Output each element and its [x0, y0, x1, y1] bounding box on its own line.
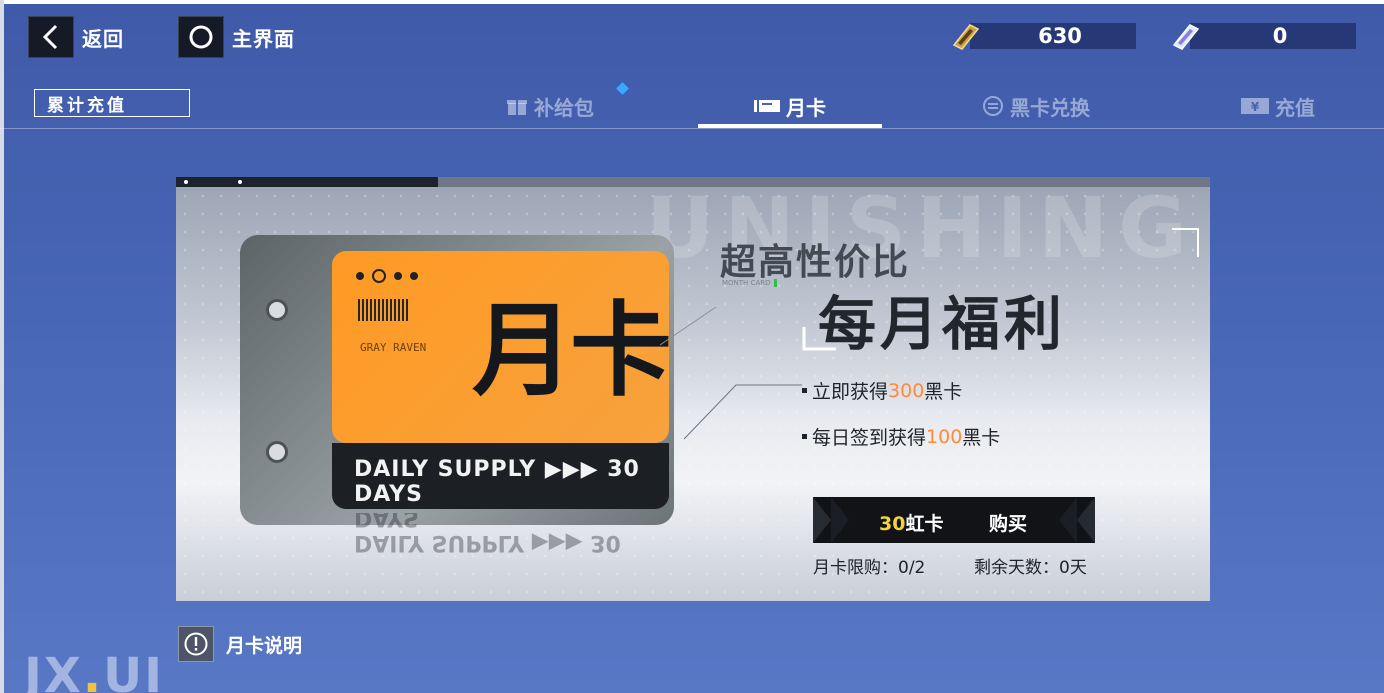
watermark-logo: JX.UI: [24, 648, 164, 693]
month-card-banner: UNISHING GRAY RAVEN 月卡 DAILY SUPPLY ▶▶▶ …: [176, 177, 1210, 601]
buy-month-card-button[interactable]: 30虹卡 购买: [813, 497, 1095, 543]
buy-label: 购买: [989, 513, 1028, 535]
remaining-days: 剩余天数：0天: [974, 558, 1087, 578]
bullet-instant-reward: 立即获得 300 黑卡: [802, 377, 962, 404]
highlight-number: 300: [888, 379, 925, 402]
currency-crystal-card[interactable]: 0: [1168, 22, 1356, 50]
back-button[interactable]: 返回: [28, 16, 124, 58]
bullet-daily-reward: 每日签到获得 100 黑卡: [802, 423, 1000, 450]
info-icon: [178, 626, 214, 662]
recharge-icon: ¥: [1241, 96, 1269, 116]
button-deco: [813, 497, 1095, 543]
left-edge: [0, 0, 4, 693]
header-divider: [0, 128, 1384, 129]
gold-ticket-icon: [948, 21, 984, 51]
home-label: 主界面: [232, 26, 295, 51]
card-icon: [754, 97, 780, 115]
purchase-limit: 月卡限购：0/2: [813, 558, 926, 578]
currency-value: 630: [1038, 24, 1082, 48]
cumulative-recharge-button[interactable]: 累计充值: [34, 89, 190, 117]
tab-label: 黑卡兑换: [1010, 95, 1090, 120]
circle-home-icon: [178, 16, 224, 58]
tab-label: 充值: [1275, 95, 1315, 120]
currency-value: 0: [1272, 24, 1288, 48]
back-label: 返回: [82, 26, 124, 51]
info-label: 月卡说明: [226, 634, 303, 657]
chevron-left-icon: [28, 16, 74, 58]
top-edge: [0, 0, 1384, 4]
tab-black-card-exchange[interactable]: 黑卡兑换: [975, 88, 1097, 124]
currency-gold-ticket[interactable]: 630: [948, 22, 1136, 50]
tab-supply-pack[interactable]: 补给包: [500, 88, 600, 124]
home-button[interactable]: 主界面: [178, 16, 295, 58]
tab-label: 月卡: [786, 95, 826, 120]
tab-label: 补给包: [534, 95, 594, 120]
gift-icon: [506, 95, 528, 117]
notification-dot: [616, 82, 629, 95]
exchange-icon: [982, 95, 1004, 117]
tab-month-card[interactable]: 月卡: [698, 88, 882, 124]
highlight-number: 100: [926, 425, 963, 448]
price-label: 30虹卡: [879, 513, 944, 535]
crystal-card-icon: [1168, 21, 1204, 51]
tab-recharge[interactable]: ¥ 充值: [1238, 88, 1318, 124]
svg-text:¥: ¥: [1251, 100, 1260, 114]
month-card-info-button[interactable]: 月卡说明: [178, 626, 302, 662]
